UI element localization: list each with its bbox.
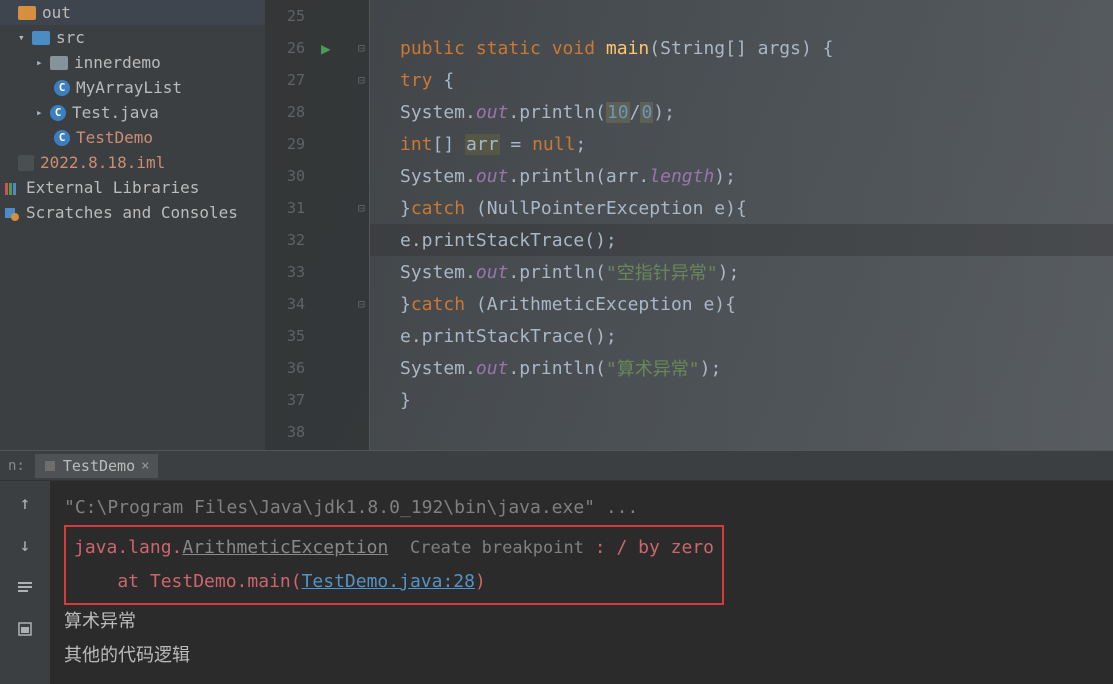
fold-icon[interactable]: ⊟ — [358, 73, 365, 87]
project-tree: out ▾ src ▸ innerdemo C MyArrayList ▸ C … — [0, 0, 265, 450]
line-number: 36 — [275, 359, 305, 377]
line-number: 30 — [275, 167, 305, 185]
exception-link[interactable]: ArithmeticException — [182, 537, 388, 558]
tree-item-testdemo[interactable]: C TestDemo — [0, 125, 265, 150]
line-number: 25 — [275, 7, 305, 25]
tree-item-myarraylist[interactable]: C MyArrayList — [0, 75, 265, 100]
tree-item-iml[interactable]: 2022.8.18.iml — [0, 150, 265, 175]
tree-label: External Libraries — [26, 178, 199, 197]
class-icon: C — [50, 105, 66, 121]
fold-icon[interactable]: ⊟ — [358, 41, 365, 55]
tree-item-test-java[interactable]: ▸ C Test.java — [0, 100, 265, 125]
code-line[interactable]: public static void main(String[] args) { — [370, 32, 1113, 64]
tree-item-scratches[interactable]: Scratches and Consoles — [0, 200, 265, 225]
line-number: 26 — [275, 39, 305, 57]
chevron-down-icon[interactable]: ▾ — [18, 31, 32, 44]
console-exception-line: java.lang.ArithmeticException Create bre… — [74, 531, 714, 565]
code-line[interactable]: e.printStackTrace(); — [370, 224, 1113, 256]
code-line[interactable]: try { — [370, 64, 1113, 96]
console-output[interactable]: "C:\Program Files\Java\jdk1.8.0_192\bin\… — [50, 481, 1113, 684]
close-icon[interactable]: × — [141, 458, 149, 474]
iml-icon — [18, 155, 34, 171]
tree-item-out[interactable]: out — [0, 0, 265, 25]
run-tab-label: TestDemo — [63, 457, 135, 475]
tree-label: src — [56, 28, 85, 47]
code-line[interactable]: }catch (NullPointerException e){ — [370, 192, 1113, 224]
run-label-prefix: n: — [8, 458, 25, 474]
tree-label: Test.java — [72, 103, 159, 122]
tree-label: TestDemo — [76, 128, 153, 147]
run-panel: n: TestDemo × ↑ ↓ "C:\Program Files\Java… — [0, 450, 1113, 684]
folder-icon — [18, 6, 36, 20]
fold-icon[interactable]: ⊟ — [358, 201, 365, 215]
soft-wrap-button[interactable] — [13, 575, 37, 599]
line-number: 28 — [275, 103, 305, 121]
line-number: 38 — [275, 423, 305, 441]
run-gutter-icon[interactable]: ▶ — [321, 39, 331, 58]
chevron-right-icon[interactable]: ▸ — [36, 106, 50, 119]
code-line[interactable] — [370, 0, 1113, 32]
code-line[interactable]: int[] arr = null; — [370, 128, 1113, 160]
code-editor[interactable]: 25 26 ▶ ⊟ 27 ⊟ 28 29 30 31 ⊟ 32 33 34 ⊟ 35 36… — [265, 0, 1113, 450]
code-line[interactable]: System.out.println("算术异常"); — [370, 352, 1113, 384]
tree-label: 2022.8.18.iml — [40, 153, 165, 172]
scroll-down-button[interactable]: ↓ — [13, 533, 37, 557]
line-number: 27 — [275, 71, 305, 89]
tree-label: innerdemo — [74, 53, 161, 72]
code-line[interactable]: System.out.println("空指针异常"); — [370, 256, 1113, 288]
code-area[interactable]: public static void main(String[] args) {… — [370, 0, 1113, 450]
class-icon: C — [54, 130, 70, 146]
line-number: 33 — [275, 263, 305, 281]
create-breakpoint-hint[interactable]: Create breakpoint — [410, 538, 584, 558]
exception-highlight-box: java.lang.ArithmeticException Create bre… — [64, 525, 724, 605]
line-number: 29 — [275, 135, 305, 153]
run-tab-testdemo[interactable]: TestDemo × — [35, 454, 158, 478]
folder-icon — [32, 31, 50, 45]
scroll-up-button[interactable]: ↑ — [13, 491, 37, 515]
line-number: 32 — [275, 231, 305, 249]
editor-gutter: 25 26 ▶ ⊟ 27 ⊟ 28 29 30 31 ⊟ 32 33 34 ⊟ 35 36… — [265, 0, 370, 450]
fold-icon[interactable]: ⊟ — [358, 297, 365, 311]
code-line[interactable] — [370, 416, 1113, 448]
console-output-line: 算术异常 — [64, 605, 1099, 639]
scratch-icon — [4, 206, 20, 220]
run-tab-bar: n: TestDemo × — [0, 451, 1113, 481]
run-tab-icon — [43, 459, 57, 473]
code-line[interactable]: } — [370, 384, 1113, 416]
console-toolbar: ↑ ↓ — [0, 481, 50, 684]
line-number: 35 — [275, 327, 305, 345]
code-line[interactable]: }catch (ArithmeticException e){ — [370, 288, 1113, 320]
tree-label: MyArrayList — [76, 78, 182, 97]
print-button[interactable] — [13, 617, 37, 641]
class-icon: C — [54, 80, 70, 96]
tree-item-src[interactable]: ▾ src — [0, 25, 265, 50]
line-number: 34 — [275, 295, 305, 313]
line-number: 31 — [275, 199, 305, 217]
code-line[interactable]: System.out.println(arr.length); — [370, 160, 1113, 192]
tree-item-external-libraries[interactable]: External Libraries — [0, 175, 265, 200]
tree-label: Scratches and Consoles — [26, 203, 238, 222]
code-line[interactable]: e.printStackTrace(); — [370, 320, 1113, 352]
console-output-line: 其他的代码逻辑 — [64, 639, 1099, 673]
code-line[interactable]: System.out.println(10/0); — [370, 96, 1113, 128]
tree-item-innerdemo[interactable]: ▸ innerdemo — [0, 50, 265, 75]
line-number: 37 — [275, 391, 305, 409]
library-icon — [4, 181, 20, 195]
folder-icon — [50, 56, 68, 70]
chevron-right-icon[interactable]: ▸ — [36, 56, 50, 69]
console-cmd-line: "C:\Program Files\Java\jdk1.8.0_192\bin\… — [64, 491, 1099, 525]
tree-label: out — [42, 3, 71, 22]
stacktrace-file-link[interactable]: TestDemo.java:28 — [302, 571, 475, 592]
console-stacktrace-line: at TestDemo.main(TestDemo.java:28) — [74, 565, 714, 599]
